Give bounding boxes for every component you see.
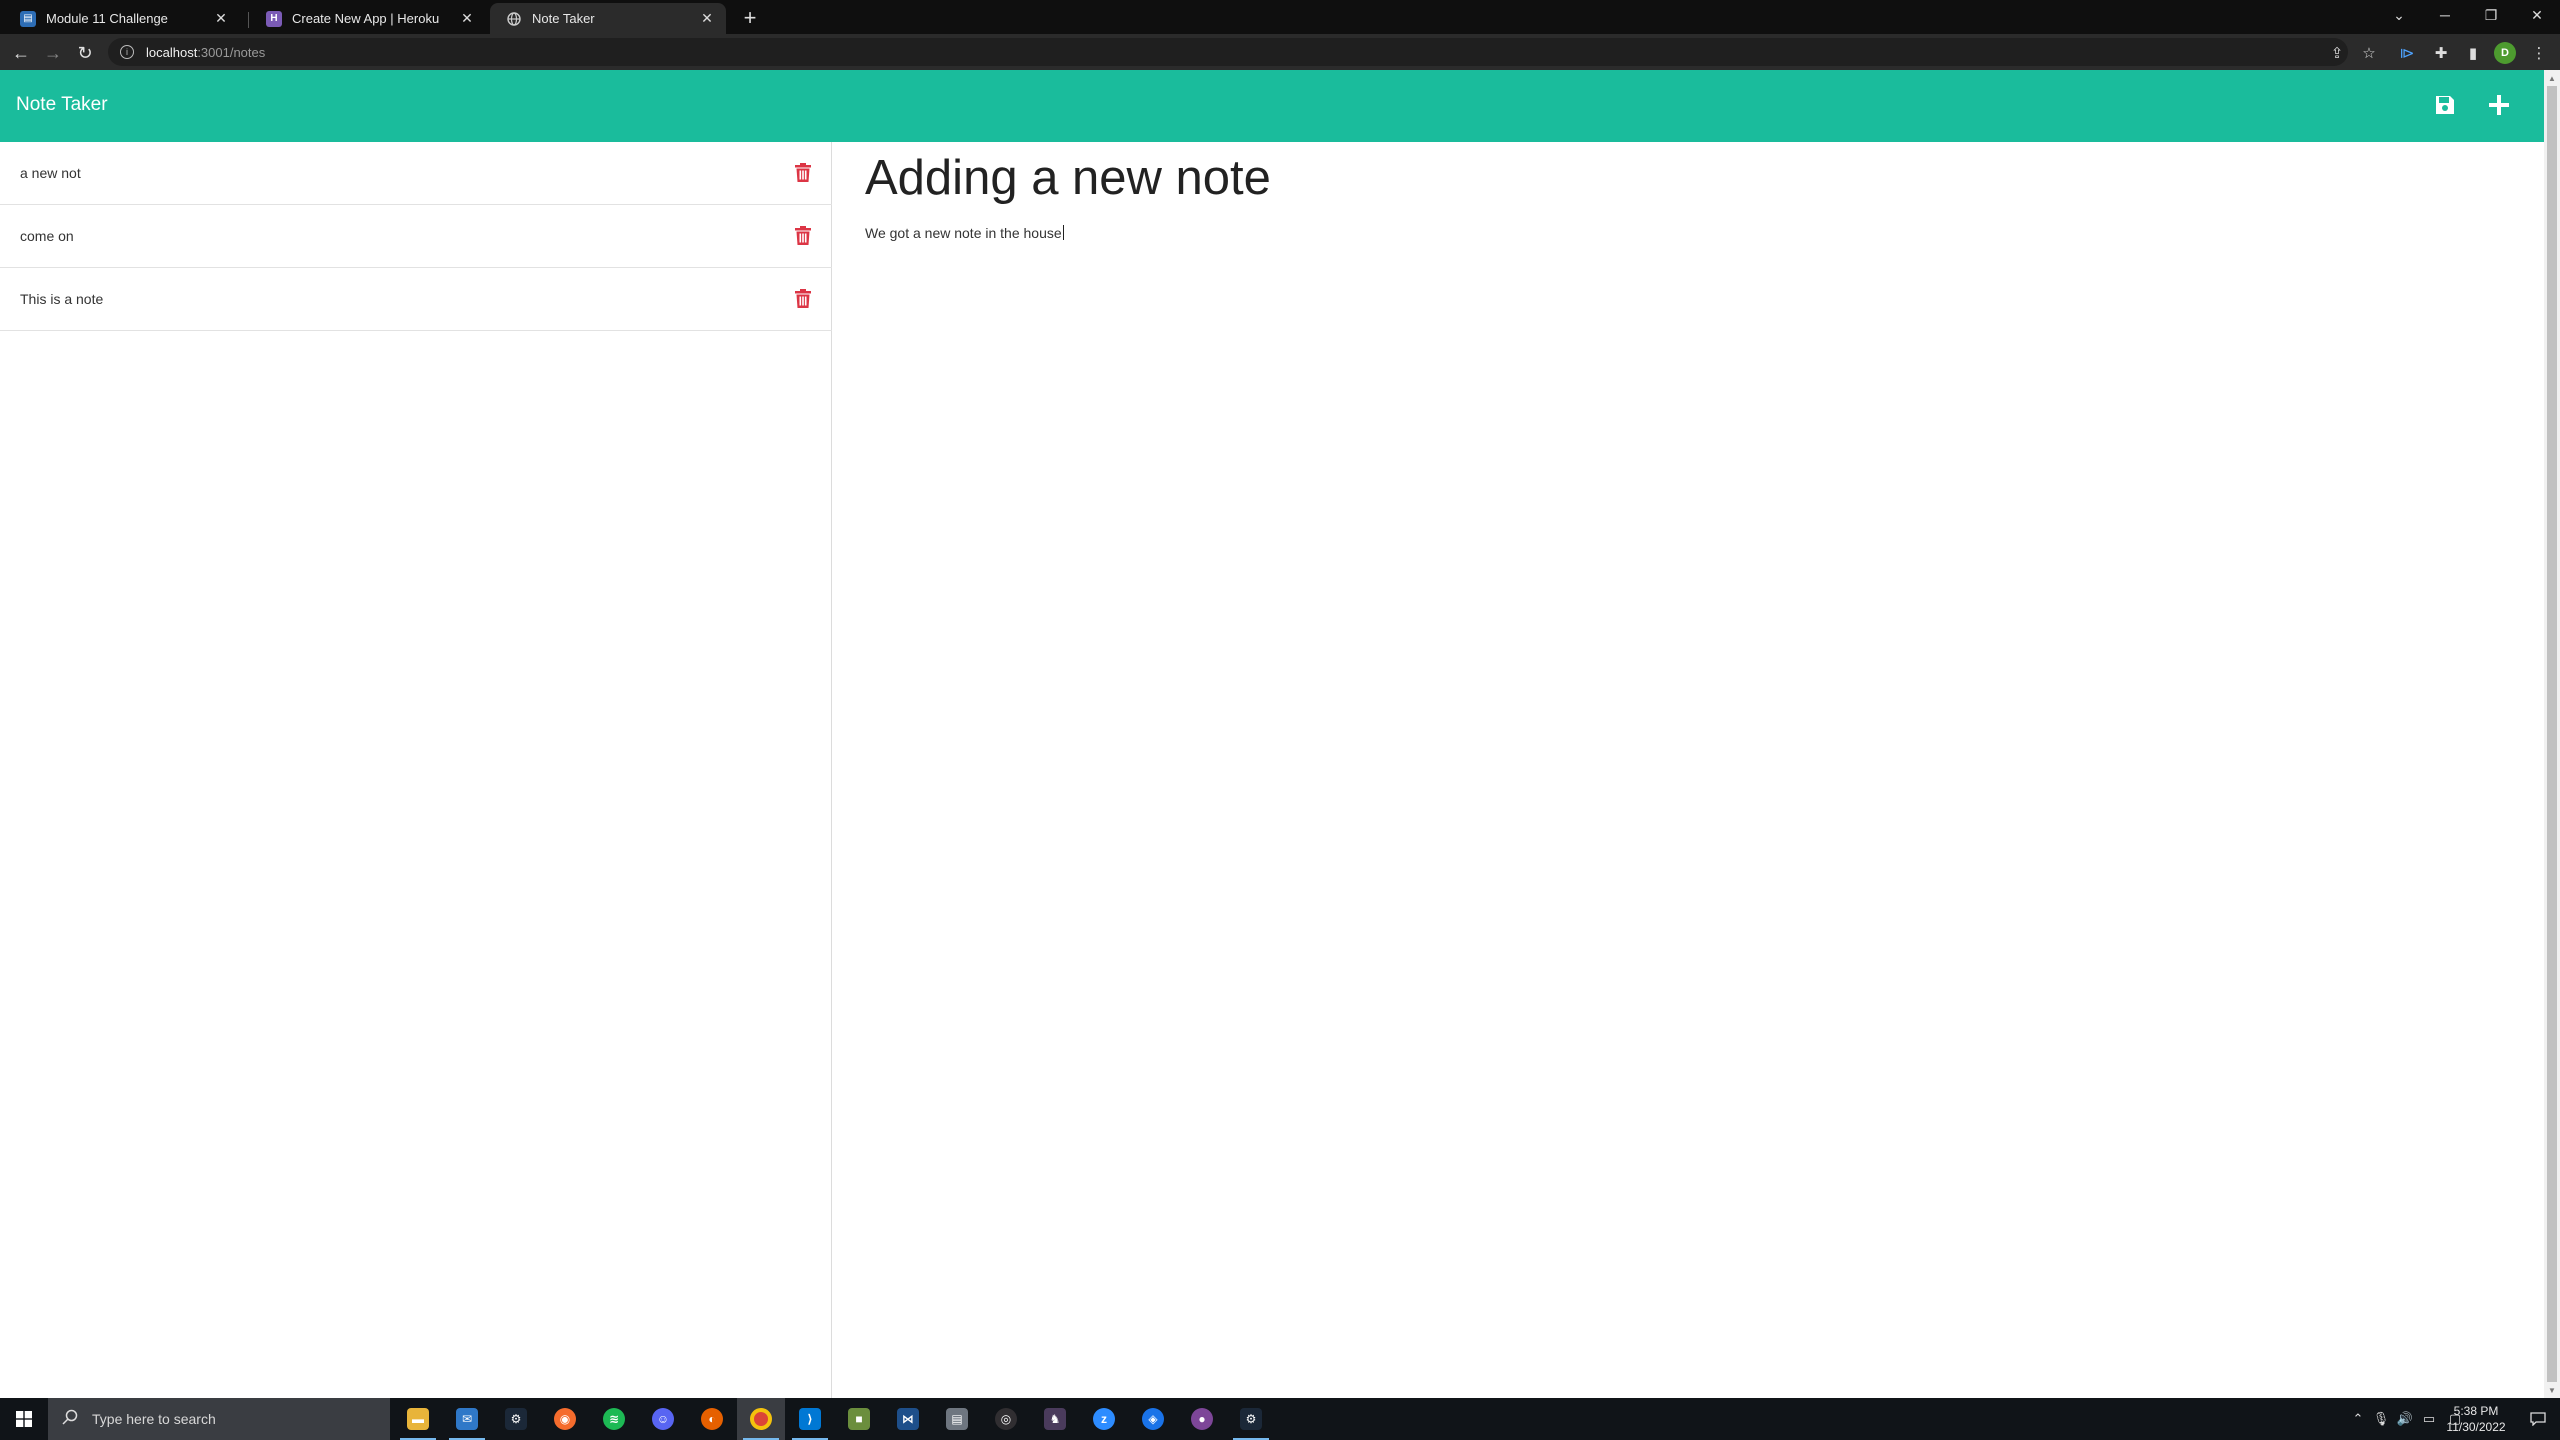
scroll-thumb[interactable] xyxy=(2547,86,2557,1382)
minimize-button[interactable]: ─ xyxy=(2422,0,2468,30)
vscode-icon[interactable]: ⟩ xyxy=(786,1398,834,1440)
globe-icon xyxy=(506,11,522,27)
note-body-text: We got a new note in the house xyxy=(865,225,1062,241)
page-viewport: Note Taker a new not come on This is a n… xyxy=(0,70,2544,1398)
app-brand[interactable]: Note Taker xyxy=(16,94,108,116)
note-title: This is a note xyxy=(20,291,104,307)
note-title-input[interactable]: Adding a new note xyxy=(865,150,1271,206)
delete-trash-icon[interactable] xyxy=(793,223,813,247)
start-button[interactable] xyxy=(0,1398,48,1440)
spotify-icon[interactable]: ≋ xyxy=(590,1398,638,1440)
extensions-puzzle-icon[interactable]: ✚ xyxy=(2430,42,2452,64)
bookmark-star-icon[interactable]: ☆ xyxy=(2358,42,2380,64)
text-caret xyxy=(1062,225,1064,240)
mail-icon[interactable]: ✉ xyxy=(443,1398,491,1440)
browser-toolbar: ← → ↻ i localhost:3001/notes ⇪ ☆ ⧐ ✚ ▮ D… xyxy=(0,34,2560,70)
address-bar[interactable]: i localhost:3001/notes xyxy=(108,38,2348,66)
list-item[interactable]: come on xyxy=(0,205,832,268)
windows-taskbar: Type here to search ▬ ✉ ⚙ ◉ ≋ ☺ ◐ ⟩ ■ ⋈ … xyxy=(0,1398,2560,1440)
browser-tab-bar: ▤ Module 11 Challenge ✕ H Create New App… xyxy=(0,0,2560,34)
notification-icon[interactable] xyxy=(2518,1398,2558,1440)
heroku-icon: H xyxy=(266,10,282,27)
profile-avatar[interactable]: D xyxy=(2494,42,2516,64)
steam-running-icon[interactable]: ⚙ xyxy=(1227,1398,1275,1440)
extension-icon[interactable]: ⧐ xyxy=(2396,42,2418,64)
search-icon xyxy=(62,1409,78,1430)
delete-trash-icon[interactable] xyxy=(793,286,813,310)
scroll-down-arrow-icon[interactable]: ▼ xyxy=(2544,1382,2560,1398)
tor-icon[interactable]: ● xyxy=(1178,1398,1226,1440)
url-path: :3001/notes xyxy=(197,44,266,60)
note-title: come on xyxy=(20,228,74,244)
close-tab-icon[interactable]: ✕ xyxy=(458,10,476,28)
close-tab-icon[interactable]: ✕ xyxy=(698,10,716,28)
page-scrollbar[interactable]: ▲ ▼ xyxy=(2544,70,2560,1398)
tab-module-11-challenge[interactable]: ▤ Module 11 Challenge ✕ xyxy=(4,3,240,34)
tab-heroku[interactable]: H Create New App | Heroku ✕ xyxy=(250,3,486,34)
insomnia-icon[interactable]: ⋈ xyxy=(884,1398,932,1440)
side-panel-icon[interactable]: ▮ xyxy=(2462,42,2484,64)
url-host: localhost xyxy=(146,44,198,60)
steam-icon[interactable]: ⚙ xyxy=(492,1398,540,1440)
tab-note-taker[interactable]: Note Taker ✕ xyxy=(490,3,726,34)
save-note-icon[interactable] xyxy=(2430,90,2460,120)
app-navbar: Note Taker xyxy=(0,70,2544,142)
file-explorer-icon[interactable]: ▬ xyxy=(394,1398,442,1440)
new-tab-button[interactable]: + xyxy=(738,5,762,30)
taskbar-search-box[interactable]: Type here to search xyxy=(48,1398,390,1440)
system-clock[interactable]: 5:38 PM 11/30/2022 xyxy=(2436,1403,2516,1435)
game-icon[interactable]: ♞ xyxy=(1031,1398,1079,1440)
tab-search-icon[interactable]: ⌄ xyxy=(2376,0,2422,30)
new-note-icon[interactable] xyxy=(2484,90,2514,120)
close-tab-icon[interactable]: ✕ xyxy=(212,10,230,28)
back-button[interactable]: ← xyxy=(8,40,34,66)
tab-title: Module 11 Challenge xyxy=(46,11,168,26)
chrome-icon[interactable] xyxy=(737,1398,785,1440)
share-icon[interactable]: ⇪ xyxy=(2326,42,2348,64)
clock-time: 5:38 PM xyxy=(2453,1404,2499,1418)
minecraft-icon[interactable]: ■ xyxy=(835,1398,883,1440)
close-window-button[interactable]: ✕ xyxy=(2514,0,2560,30)
tab-title: Create New App | Heroku xyxy=(292,11,440,26)
obs-icon[interactable]: ◎ xyxy=(982,1398,1030,1440)
origin-icon[interactable]: ◉ xyxy=(541,1398,589,1440)
delete-trash-icon[interactable] xyxy=(793,160,813,184)
tray-overflow-chevron-icon[interactable]: ⌃ xyxy=(2348,1398,2368,1440)
tab-title: Note Taker xyxy=(532,11,595,26)
speaker-icon[interactable]: 🔊 xyxy=(2394,1398,2416,1440)
microphone-icon[interactable]: 🎙 xyxy=(2370,1398,2392,1440)
zoom-icon[interactable]: z xyxy=(1080,1398,1128,1440)
list-item[interactable]: This is a note xyxy=(0,268,832,331)
document-icon: ▤ xyxy=(20,10,36,27)
scroll-up-arrow-icon[interactable]: ▲ xyxy=(2544,70,2560,86)
note-editor: Adding a new note We got a new note in t… xyxy=(833,142,2544,1398)
search-placeholder: Type here to search xyxy=(92,1411,216,1427)
meet-icon[interactable]: ◈ xyxy=(1129,1398,1177,1440)
clock-date: 11/30/2022 xyxy=(2446,1420,2506,1434)
list-item[interactable]: a new not xyxy=(0,142,832,205)
storage-icon[interactable]: ▤ xyxy=(933,1398,981,1440)
reload-button[interactable]: ↻ xyxy=(72,40,98,66)
discord-icon[interactable]: ☺ xyxy=(639,1398,687,1440)
menu-kebab-icon[interactable]: ⋮ xyxy=(2528,42,2550,64)
forward-button[interactable]: → xyxy=(40,40,66,66)
site-info-icon[interactable]: i xyxy=(120,45,134,59)
note-list: a new not come on This is a note xyxy=(0,142,832,1398)
restore-button[interactable]: ❐ xyxy=(2468,0,2514,30)
note-title: a new not xyxy=(20,165,81,181)
note-text-area[interactable]: We got a new note in the house xyxy=(865,225,1064,241)
firefox-icon[interactable]: ◐ xyxy=(688,1398,736,1440)
